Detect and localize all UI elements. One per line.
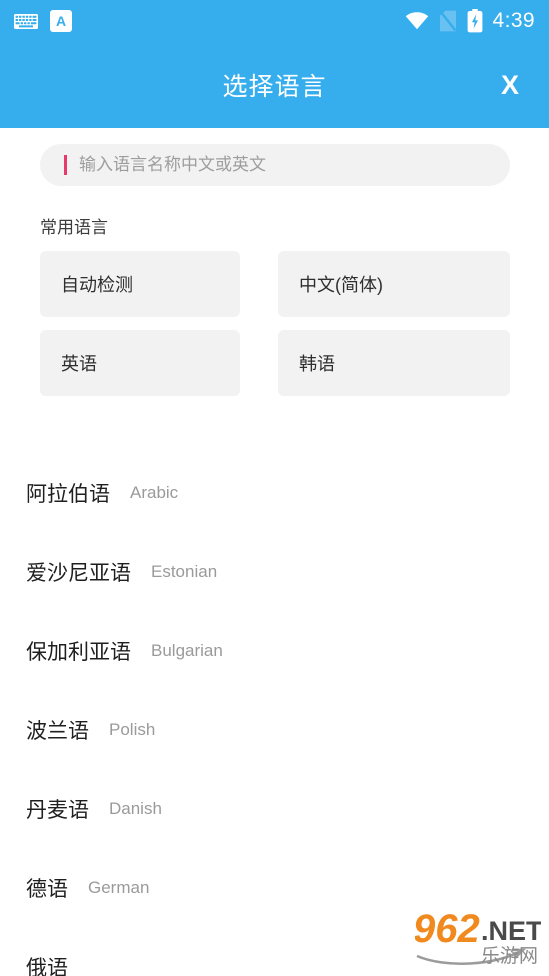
no-sim-icon xyxy=(439,10,457,32)
status-bar-clock: 4:39 xyxy=(492,9,535,32)
keyboard-icon xyxy=(14,13,38,29)
language-name-en: Danish xyxy=(109,798,162,818)
language-name-en: Polish xyxy=(109,719,156,739)
search-input[interactable] xyxy=(79,144,459,186)
battery-charging-icon xyxy=(467,9,483,33)
language-name-cn: 俄语 xyxy=(26,956,68,976)
close-icon[interactable]: X xyxy=(493,42,527,128)
language-name-en: Arabic xyxy=(130,482,179,502)
language-name-cn: 丹麦语 xyxy=(26,798,89,822)
content-area: 常用语言 自动检测 中文(简体) 英语 韩语 阿拉伯语 Arabic 爱沙尼亚语… xyxy=(0,128,549,976)
status-bar: A 4:39 xyxy=(0,0,549,42)
language-name-cn: 德语 xyxy=(26,877,68,901)
app-bar: 选择语言 X xyxy=(0,42,549,128)
common-languages-heading: 常用语言 xyxy=(40,218,108,237)
language-list[interactable]: 阿拉伯语 Arabic 爱沙尼亚语 Estonian 保加利亚语 Bulgari… xyxy=(0,453,549,976)
language-name-cn: 波兰语 xyxy=(26,719,89,743)
wifi-icon xyxy=(405,12,429,30)
common-language-chip[interactable]: 中文(简体) xyxy=(278,251,510,317)
common-languages-grid: 自动检测 中文(简体) 英语 韩语 xyxy=(40,251,510,396)
language-name-en: Estonian xyxy=(151,561,218,581)
language-name-cn: 阿拉伯语 xyxy=(26,482,110,506)
common-language-chip[interactable]: 自动检测 xyxy=(40,251,240,317)
language-name-cn: 保加利亚语 xyxy=(26,640,131,664)
list-item[interactable]: 爱沙尼亚语 Estonian xyxy=(0,532,549,611)
list-item[interactable]: 阿拉伯语 Arabic xyxy=(0,453,549,532)
status-bar-right-icons: 4:39 xyxy=(405,9,549,33)
common-language-chip[interactable]: 英语 xyxy=(40,330,240,396)
list-item[interactable]: 保加利亚语 Bulgarian xyxy=(0,611,549,690)
language-name-en: German xyxy=(88,877,150,897)
list-item[interactable]: 波兰语 Polish xyxy=(0,690,549,769)
search-box[interactable] xyxy=(40,144,510,186)
list-item[interactable]: 丹麦语 Danish xyxy=(0,769,549,848)
search-field-wrapper xyxy=(40,144,510,186)
language-selection-screen: A 4:39 选择语言 X 输入语言名称中文或英文 常用语言 自动检测 中文(简… xyxy=(0,0,549,976)
list-item[interactable]: 德语 German xyxy=(0,848,549,927)
common-language-chip[interactable]: 韩语 xyxy=(278,330,510,396)
language-name-cn: 爱沙尼亚语 xyxy=(26,561,131,585)
page-title: 选择语言 xyxy=(222,73,327,101)
language-name-en: Bulgarian xyxy=(151,640,223,660)
ime-a-icon: A xyxy=(50,10,72,32)
status-bar-left-icons: A xyxy=(0,10,72,32)
text-cursor xyxy=(64,155,67,175)
list-item[interactable]: 俄语 xyxy=(0,927,549,976)
